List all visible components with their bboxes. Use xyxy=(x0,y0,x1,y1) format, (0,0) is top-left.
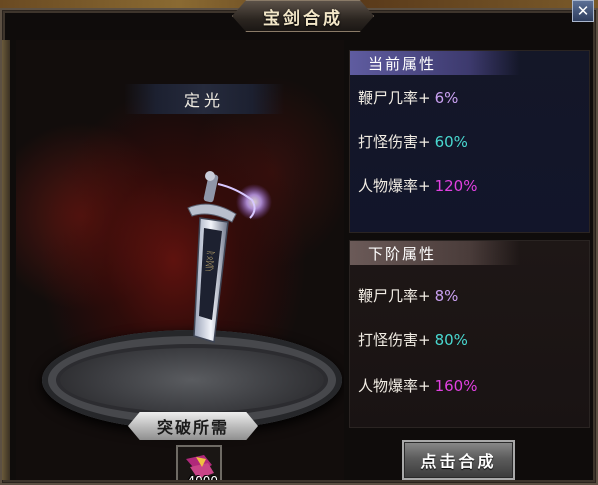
next-attributes-header: 下阶属性 xyxy=(350,241,520,265)
sword-name: 定光 xyxy=(183,91,224,110)
requirement-label-plaque: 突破所需 xyxy=(128,412,258,440)
sword-synthesis-window: 定光 ᚱᛟᛞᚢ 突破所需 当前属性 鞭尸几率+ 6% 打怪伤害+ 60% 人物爆… xyxy=(0,8,598,485)
close-glyph: ✕ xyxy=(576,1,590,20)
current-attributes-panel: 当前属性 鞭尸几率+ 6% 打怪伤害+ 60% 人物爆率+ 120% xyxy=(349,50,590,233)
attr-label: 鞭尸几率+ xyxy=(358,89,431,107)
attr-label: 人物爆率+ xyxy=(358,377,431,395)
attr-value: 160% xyxy=(434,377,478,395)
sword-icon: ᚱᛟᛞᚢ xyxy=(166,170,276,360)
attr-label: 打怪伤害+ xyxy=(358,331,431,349)
attr-value: 120% xyxy=(434,177,478,195)
close-icon[interactable]: ✕ xyxy=(572,0,594,22)
next-attr-row: 鞭尸几率+ 8% xyxy=(358,285,458,306)
current-attr-row: 人物爆率+ 120% xyxy=(358,175,477,196)
attr-value: 8% xyxy=(434,287,459,305)
required-item-slot[interactable]: 4000 xyxy=(176,445,222,480)
requirement-label: 突破所需 xyxy=(156,418,229,437)
attr-label: 鞭尸几率+ xyxy=(358,287,431,305)
current-attr-row: 鞭尸几率+ 6% xyxy=(358,87,458,108)
item-count: 4000 xyxy=(187,474,218,480)
attr-label: 打怪伤害+ xyxy=(358,133,431,151)
next-attributes-title: 下阶属性 xyxy=(368,244,437,263)
next-attr-row: 打怪伤害+ 80% xyxy=(358,329,468,350)
window-title: 宝剑合成 xyxy=(263,8,343,29)
attr-value: 60% xyxy=(434,133,468,151)
left-frame-edge xyxy=(2,40,10,480)
svg-text:ᚱᛟᛞᚢ: ᚱᛟᛞᚢ xyxy=(203,250,216,272)
attr-value: 80% xyxy=(434,331,468,349)
sword-display-area: 定光 ᚱᛟᛞᚢ 突破所需 xyxy=(16,40,344,480)
attr-label: 人物爆率+ xyxy=(358,177,431,195)
next-attr-row: 人物爆率+ 160% xyxy=(358,375,477,396)
synthesize-button-label: 点击合成 xyxy=(420,452,497,471)
attr-value: 6% xyxy=(434,89,459,107)
sword-name-bar: 定光 xyxy=(124,84,284,114)
synthesize-button[interactable]: 点击合成 xyxy=(402,440,515,480)
window-title-plaque: 宝剑合成 xyxy=(232,0,374,32)
current-attributes-header: 当前属性 xyxy=(350,51,520,75)
next-attributes-panel: 下阶属性 鞭尸几率+ 8% 打怪伤害+ 80% 人物爆率+ 160% xyxy=(349,240,590,428)
current-attributes-title: 当前属性 xyxy=(368,54,437,73)
current-attr-row: 打怪伤害+ 60% xyxy=(358,131,468,152)
